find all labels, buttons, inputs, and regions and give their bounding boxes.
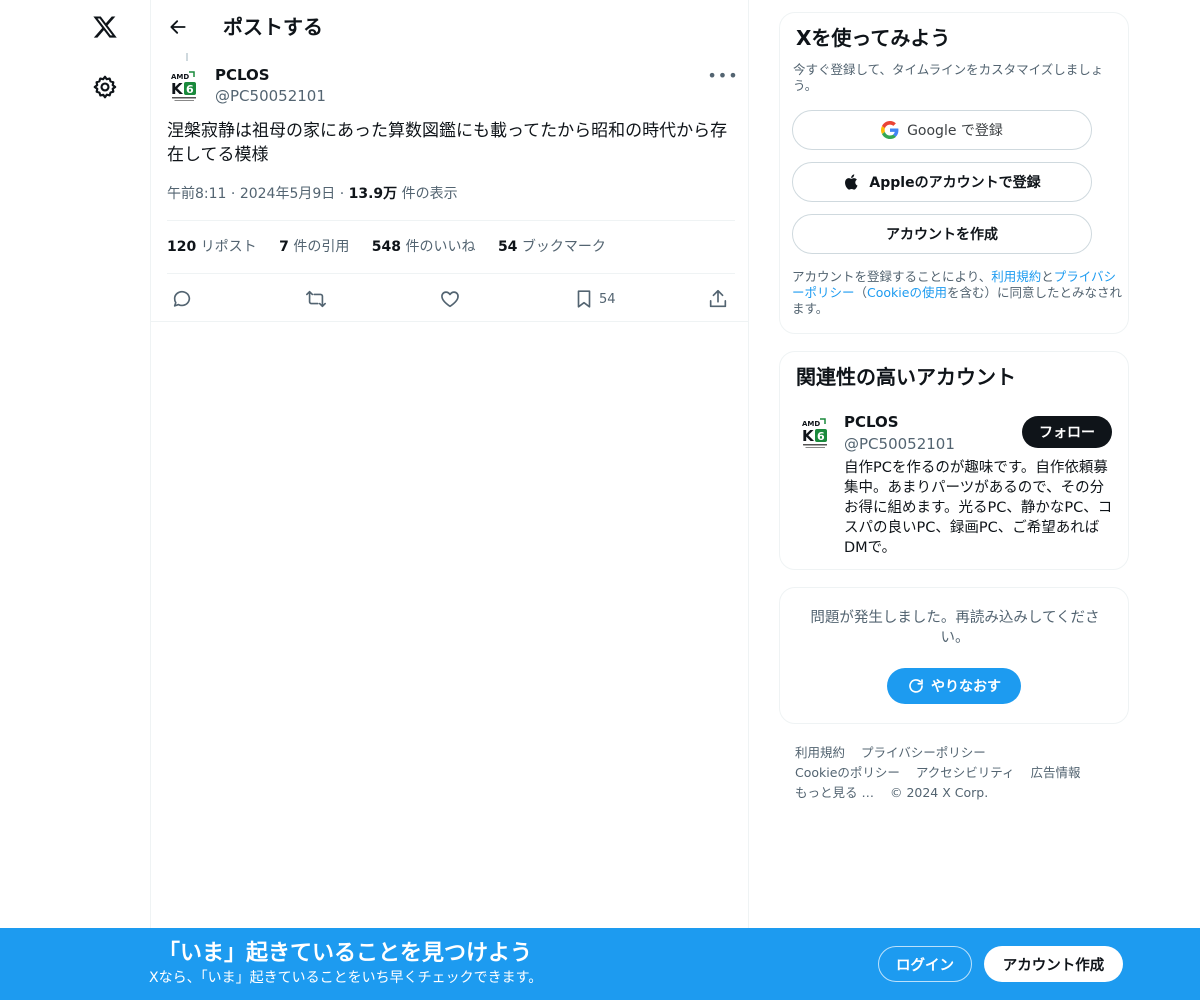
legal-and: と (1041, 269, 1054, 284)
retry-button[interactable]: やりなおす (887, 668, 1021, 704)
post-date[interactable]: 2024年5月9日 (240, 186, 335, 202)
signup-title: Xを使ってみよう (796, 26, 951, 50)
google-signup-button[interactable]: Google で登録 (792, 110, 1092, 150)
bottom-bar-title: 「いま」起きていることを見つけよう (158, 941, 533, 966)
more-options-icon[interactable]: ••• (707, 65, 737, 85)
footer-row: 利用規約 プライバシーポリシー (795, 743, 1129, 763)
related-account-handle[interactable]: @PC50052101 (844, 434, 955, 454)
author-handle[interactable]: @PC50052101 (215, 86, 326, 106)
repost-button[interactable] (305, 287, 327, 311)
signup-subtitle: 今すぐ登録して、タイムラインをカスタマイズしましょう。 (793, 62, 1104, 93)
google-signup-label: Google で登録 (907, 123, 1003, 139)
create-account-label: アカウントを作成 (886, 227, 998, 243)
stat-count: 54 (497, 239, 518, 255)
signup-card: Xを使ってみよう 今すぐ登録して、タイムラインをカスタマイズしましょう。 Goo… (779, 12, 1129, 334)
reply-icon (173, 290, 191, 307)
cookie-link[interactable]: Cookieの使用 (867, 285, 947, 300)
bottom-signup-bar: 「いま」起きていることを見つけよう Xなら、「いま」起きていることをいち早くチェ… (0, 928, 1200, 1000)
legal-paren: （ (854, 285, 868, 300)
footer-copyright: © 2024 X Corp. (889, 785, 989, 800)
divider (151, 321, 749, 322)
legal-text: アカウントを登録することにより、利用規約とプライバシーポリシー（Cookieの使… (792, 269, 1122, 317)
post-meta: 午前8:11 · 2024年5月9日 · 13.9万 件の表示 (167, 184, 458, 204)
stat-likes[interactable]: 548 件のいいね (372, 239, 476, 255)
meta-separator: · (230, 186, 240, 202)
refresh-icon (907, 677, 925, 695)
footer-links: 利用規約 プライバシーポリシー Cookieのポリシー アクセシビリティ 広告情… (779, 743, 1129, 803)
avatar[interactable]: AMD K 6 (798, 412, 838, 452)
footer-link-privacy[interactable]: プライバシーポリシー (861, 745, 986, 760)
related-accounts-card: 関連性の高いアカウント AMD K 6 PCLOS @PC50052101 フォ… (779, 351, 1129, 570)
footer-link-terms[interactable]: 利用規約 (795, 745, 845, 760)
stat-label: リポスト (200, 239, 257, 255)
like-button[interactable] (439, 287, 461, 311)
stat-count: 120 (167, 239, 197, 255)
footer-more-link[interactable]: もっと見る … (795, 785, 874, 800)
author-name[interactable]: PCLOS (215, 65, 270, 85)
apple-signup-label: Appleのアカウントで登録 (869, 175, 1041, 191)
related-title: 関連性の高いアカウント (796, 365, 1016, 389)
stat-count: 548 (371, 239, 402, 255)
share-button[interactable] (707, 287, 729, 311)
gear-icon[interactable] (92, 74, 118, 100)
related-account-name[interactable]: PCLOS (844, 412, 899, 432)
divider (167, 220, 735, 221)
left-nav (0, 0, 150, 1000)
post-actions: 54 (151, 283, 749, 323)
footer-row: Cookieのポリシー アクセシビリティ 広告情報 (795, 763, 1129, 783)
follow-button[interactable]: フォロー (1022, 416, 1112, 448)
signup-button[interactable]: アカウント作成 (984, 946, 1123, 982)
apple-signup-button[interactable]: Appleのアカウントで登録 (792, 162, 1092, 202)
stat-quotes[interactable]: 7 件の引用 (279, 239, 349, 255)
svg-text:6: 6 (817, 430, 825, 443)
bottom-bar-subtitle: Xなら、「いま」起きていることをいち早くチェックできます。 (149, 970, 543, 986)
login-button[interactable]: ログイン (878, 946, 972, 982)
create-account-button[interactable]: アカウントを作成 (792, 214, 1092, 254)
reply-button[interactable] (171, 287, 193, 311)
stat-reposts[interactable]: 120 リポスト (167, 239, 257, 255)
bookmark-icon (577, 290, 591, 308)
views-count: 13.9万 (348, 186, 398, 202)
post-text: 涅槃寂静は祖母の家にあった算数図鑑にも載ってたから昭和の時代から存在してる模様 (167, 121, 728, 165)
svg-text:K: K (802, 427, 815, 445)
thread-line (186, 53, 188, 61)
error-card: 問題が発生しました。再読み込みしてください。 やりなおす (779, 587, 1129, 724)
post-stats: 120 リポスト 7 件の引用 548 件のいいね 54 ブックマーク (167, 237, 624, 257)
svg-text:K: K (171, 80, 184, 98)
retry-label: やりなおす (931, 679, 1001, 695)
stat-count: 7 (279, 239, 289, 255)
svg-text:6: 6 (186, 83, 194, 96)
related-account-bio: 自作PCを作るのが趣味です。自作依頼募集中。あまりパーツがあるので、その分お得に… (844, 460, 1113, 556)
apple-icon (843, 173, 861, 191)
footer-row: もっと見る … © 2024 X Corp. (795, 783, 1129, 803)
page-header: ポストする (151, 0, 749, 53)
bookmark-button[interactable]: 54 (573, 287, 616, 311)
footer-link-cookie[interactable]: Cookieのポリシー (795, 765, 900, 780)
views-label: 件の表示 (401, 186, 458, 202)
stat-bookmarks[interactable]: 54 ブックマーク (498, 239, 606, 255)
meta-separator: · (339, 186, 349, 202)
share-icon (709, 289, 727, 308)
stat-label: ブックマーク (521, 239, 606, 255)
stat-label: 件の引用 (293, 239, 350, 255)
right-sidebar: Xを使ってみよう 今すぐ登録して、タイムラインをカスタマイズしましょう。 Goo… (779, 12, 1129, 803)
avatar[interactable]: AMD K 6 (167, 65, 207, 105)
repost-icon (306, 290, 326, 308)
back-arrow-icon[interactable] (165, 14, 191, 40)
terms-link[interactable]: 利用規約 (991, 269, 1041, 284)
page-title: ポストする (223, 15, 323, 39)
heart-icon (441, 291, 459, 308)
bookmark-count: 54 (599, 291, 616, 307)
divider (167, 273, 735, 274)
error-message: 問題が発生しました。再読み込みしてください。 (810, 610, 1100, 646)
post-time[interactable]: 午前8:11 (167, 186, 226, 202)
x-logo-icon[interactable] (90, 12, 120, 42)
main-column: ポストする AMD K 6 PCLOS @PC50052101 ••• 涅槃寂静… (150, 0, 749, 928)
footer-link-ads[interactable]: 広告情報 (1031, 765, 1081, 780)
stat-label: 件のいいね (405, 239, 476, 255)
google-icon (881, 121, 899, 139)
footer-link-accessibility[interactable]: アクセシビリティ (916, 765, 1015, 780)
legal-pre: アカウントを登録することにより、 (792, 269, 992, 284)
